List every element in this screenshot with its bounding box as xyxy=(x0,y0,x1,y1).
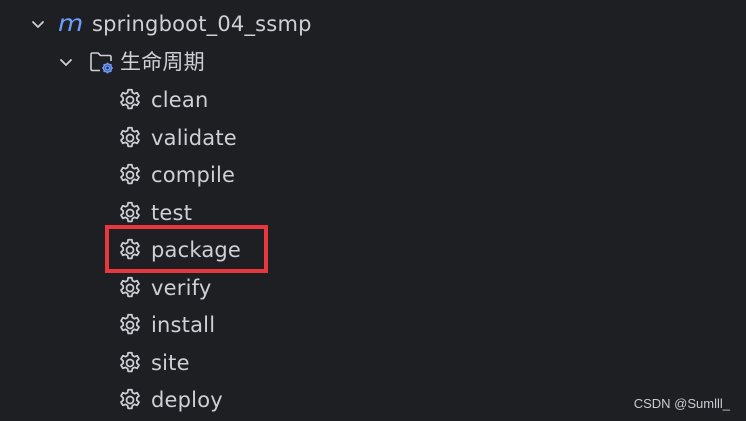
lifecycle-goal-install[interactable]: install xyxy=(116,310,215,340)
goal-label: verify xyxy=(151,276,212,300)
gear-icon xyxy=(116,86,144,114)
project-name: springboot_04_ssmp xyxy=(92,12,312,36)
watermark: CSDN @Sumlll_ xyxy=(633,396,730,411)
lifecycle-tree-item[interactable]: 生命周期 xyxy=(58,47,205,77)
project-tree-item[interactable]: m springboot_04_ssmp xyxy=(30,9,312,39)
chevron-down-icon[interactable] xyxy=(30,16,46,32)
goal-label: test xyxy=(151,201,193,225)
maven-m-icon: m xyxy=(58,10,84,38)
gear-icon xyxy=(116,124,144,152)
goal-label: clean xyxy=(151,88,209,112)
goal-label: site xyxy=(151,351,190,375)
gear-icon xyxy=(116,274,144,302)
gear-icon xyxy=(116,199,144,227)
highlight-annotation xyxy=(105,225,268,273)
lifecycle-goal-verify[interactable]: verify xyxy=(116,273,211,303)
lifecycle-goal-compile[interactable]: compile xyxy=(116,160,235,190)
goal-label: install xyxy=(151,313,216,337)
lifecycle-goal-clean[interactable]: clean xyxy=(116,85,208,115)
gear-icon xyxy=(116,386,144,414)
chevron-down-icon[interactable] xyxy=(58,54,74,70)
goal-label: validate xyxy=(151,126,237,150)
gear-icon xyxy=(116,349,144,377)
lifecycle-folder-icon xyxy=(88,48,116,76)
lifecycle-goal-site[interactable]: site xyxy=(116,348,190,378)
lifecycle-goal-deploy[interactable]: deploy xyxy=(116,385,223,415)
goal-label: compile xyxy=(151,163,236,187)
goal-label: deploy xyxy=(151,388,223,412)
lifecycle-label: 生命周期 xyxy=(120,50,205,74)
gear-icon xyxy=(116,161,144,189)
lifecycle-goal-test[interactable]: test xyxy=(116,198,192,228)
lifecycle-goal-validate[interactable]: validate xyxy=(116,123,237,153)
gear-icon xyxy=(116,311,144,339)
